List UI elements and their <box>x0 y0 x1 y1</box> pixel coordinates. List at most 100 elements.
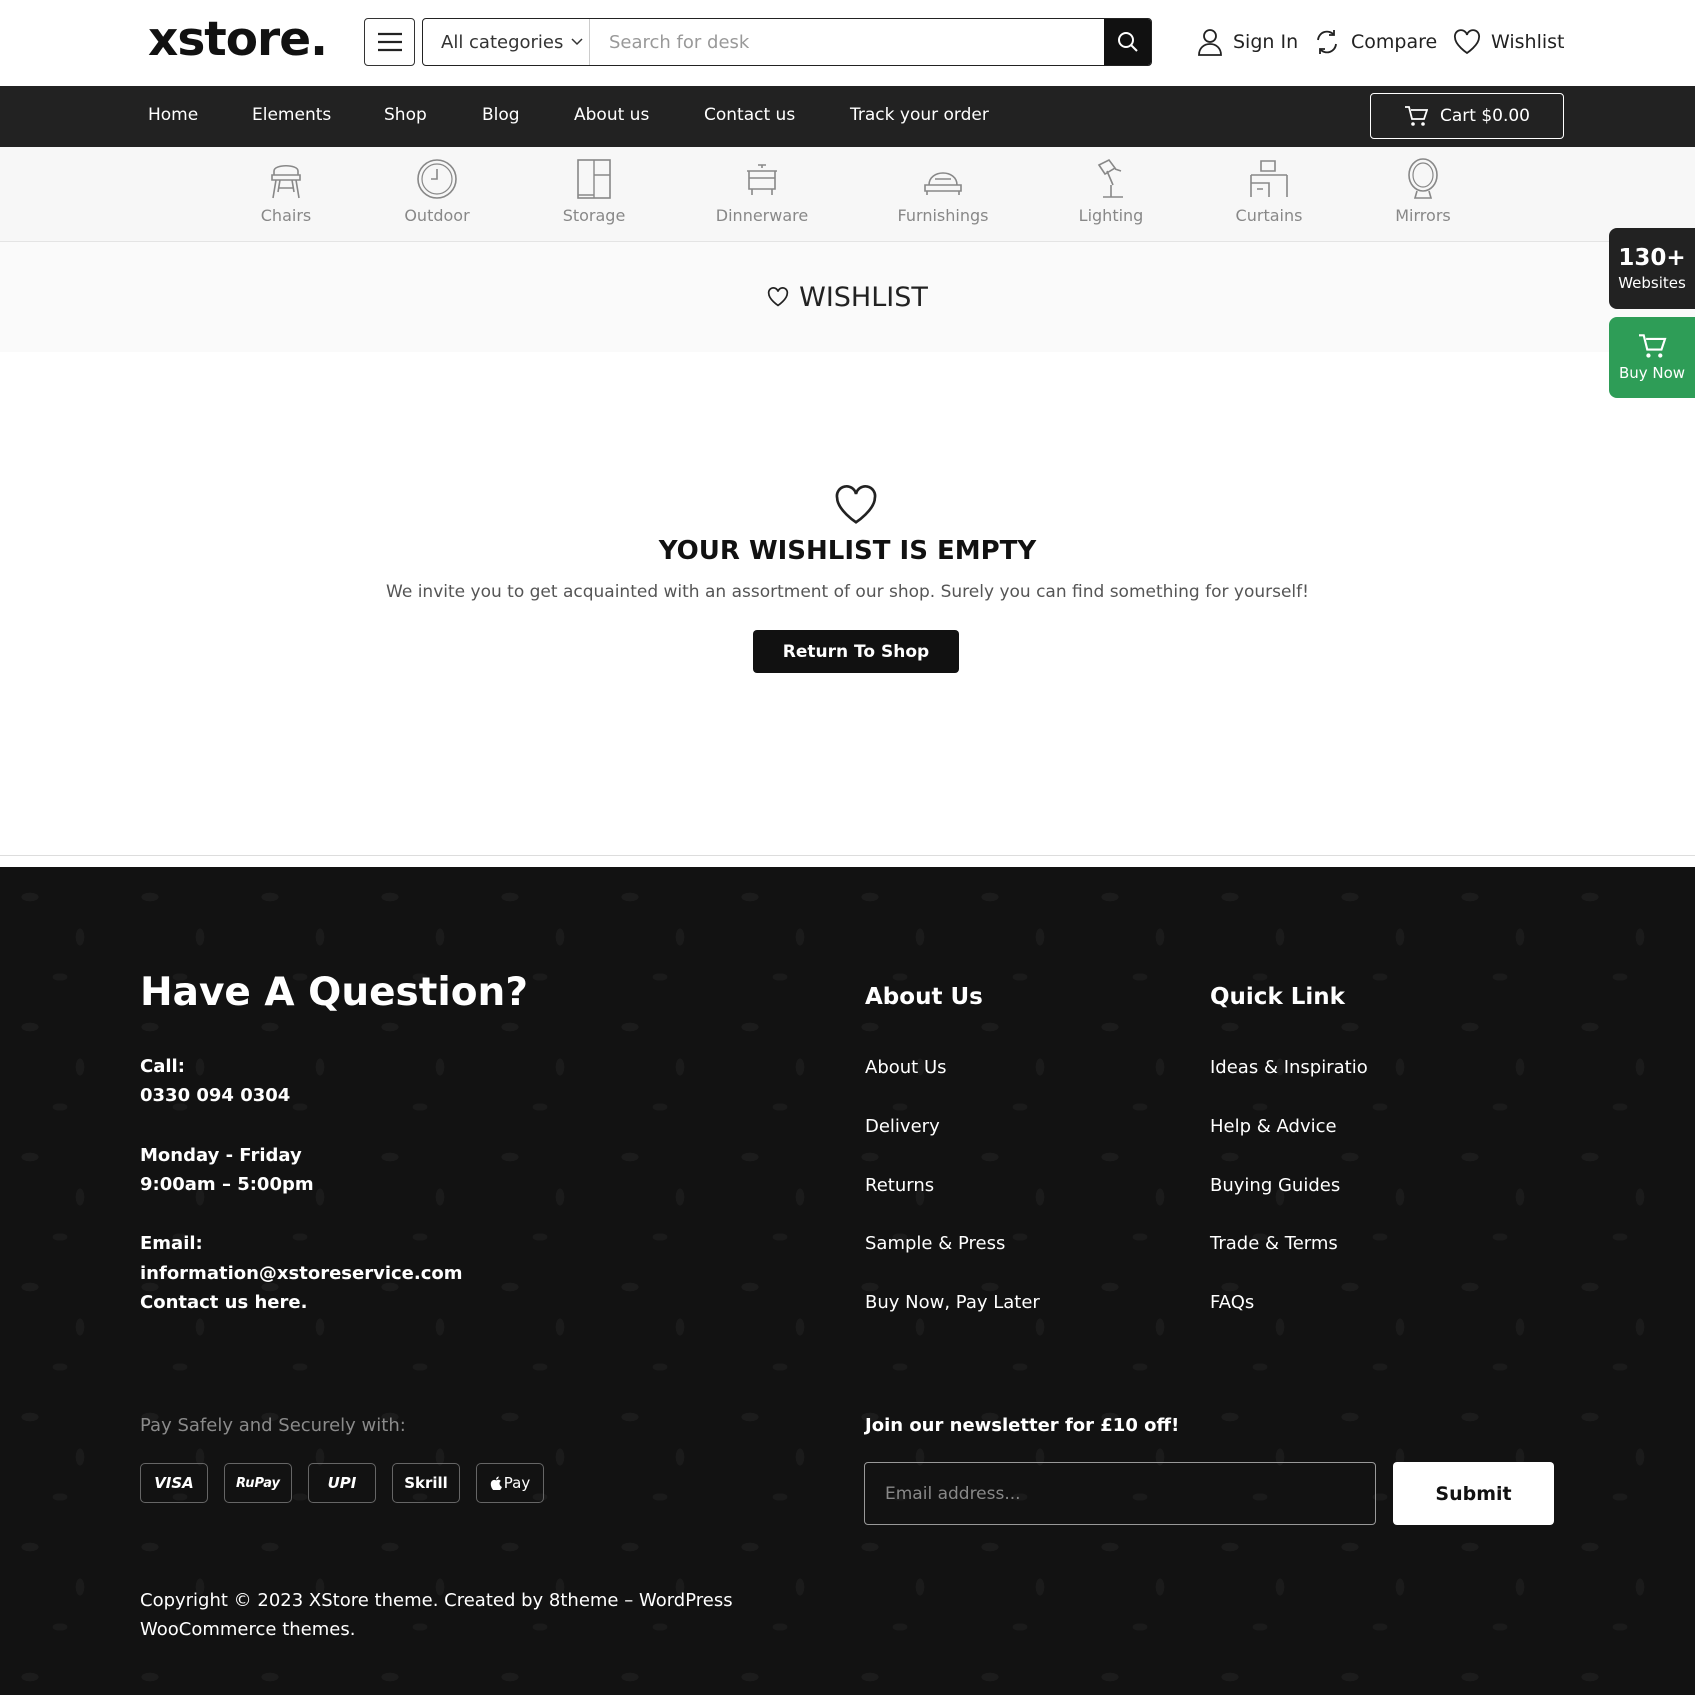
compare-link[interactable]: Compare <box>1313 24 1437 60</box>
category-bar: Chairs Outdoor Storage Dinnerware Furnis… <box>0 147 1695 242</box>
sign-in-label: Sign In <box>1233 31 1299 53</box>
mirror-icon <box>1408 158 1438 199</box>
nav-item-track-order[interactable]: Track your order <box>850 105 989 125</box>
footer-link-delivery[interactable]: Delivery <box>865 1116 940 1137</box>
category-label: Mirrors <box>1395 206 1451 225</box>
hamburger-icon <box>377 32 402 52</box>
category-curtains[interactable]: Curtains <box>1209 157 1329 225</box>
websites-count: 130+ <box>1618 245 1686 271</box>
empty-wishlist-description: We invite you to get acquainted with an … <box>386 582 1309 602</box>
nav-item-shop[interactable]: Shop <box>384 105 427 125</box>
footer-link-help[interactable]: Help & Advice <box>1210 1116 1337 1137</box>
opening-hours: 9:00am – 5:00pm <box>140 1174 314 1195</box>
quick-link-heading: Quick Link <box>1210 984 1345 1010</box>
newsletter-title: Join our newsletter for £10 off! <box>865 1415 1180 1436</box>
heart-icon <box>1454 29 1480 55</box>
category-outdoor[interactable]: Outdoor <box>377 157 497 225</box>
contact-us-link[interactable]: Contact us here. <box>140 1292 307 1313</box>
websites-label: Websites <box>1618 274 1686 292</box>
category-furnishings[interactable]: Furnishings <box>883 157 1003 225</box>
apple-pay-label: Pay <box>503 1474 531 1492</box>
buy-now-label: Buy Now <box>1618 364 1686 382</box>
cart-label: Cart $0.00 <box>1439 106 1530 126</box>
pot-icon <box>747 164 777 195</box>
site-logo[interactable]: xstore. <box>148 12 328 67</box>
page-title-band: WISHLIST <box>0 242 1695 352</box>
footer-link-buy-now-pay-later[interactable]: Buy Now, Pay Later <box>865 1292 1040 1313</box>
copyright-line-2: WooCommerce themes. <box>140 1619 356 1640</box>
cart-icon <box>1404 106 1428 126</box>
search-input[interactable] <box>590 19 1104 65</box>
footer-link-buying-guides[interactable]: Buying Guides <box>1210 1175 1340 1196</box>
email-label: Email: <box>140 1233 203 1254</box>
footer-divider <box>0 855 1695 856</box>
about-heading: About Us <box>865 984 983 1010</box>
copyright-line-1: Copyright © 2023 XStore theme. Created b… <box>140 1590 733 1611</box>
category-label: Curtains <box>1235 206 1303 225</box>
sign-in-link[interactable]: Sign In <box>1197 24 1298 60</box>
chair-icon <box>271 164 301 199</box>
site-header: xstore. All categories Sign In Compare W… <box>0 0 1695 86</box>
wishlist-link[interactable]: Wishlist <box>1453 24 1565 60</box>
websites-badge[interactable]: 130+ Websites <box>1609 228 1695 309</box>
category-mirrors[interactable]: Mirrors <box>1363 157 1483 225</box>
wishlist-label: Wishlist <box>1491 31 1565 53</box>
skrill-logo: Skrill <box>392 1463 460 1503</box>
phone-number[interactable]: 0330 094 0304 <box>140 1085 290 1106</box>
category-select-label: All categories <box>441 31 564 53</box>
apple-icon <box>490 1476 502 1490</box>
contact-email[interactable]: information@xstoreservice.com <box>140 1263 463 1284</box>
visa-logo: VISA <box>140 1463 208 1503</box>
nav-item-blog[interactable]: Blog <box>482 105 520 125</box>
search-bar: All categories <box>422 18 1152 66</box>
lamp-icon <box>1097 158 1123 198</box>
refresh-icon <box>1317 30 1337 54</box>
cart-button[interactable]: Cart $0.00 <box>1370 93 1564 139</box>
category-label: Outdoor <box>404 206 470 225</box>
nav-item-home[interactable]: Home <box>148 105 198 125</box>
footer-link-ideas[interactable]: Ideas & Inspiratio <box>1210 1057 1368 1078</box>
menu-button[interactable] <box>364 18 415 66</box>
user-icon <box>1198 29 1222 56</box>
site-footer: Have A Question? Call: 0330 094 0304 Mon… <box>0 867 1695 1695</box>
heart-icon <box>767 287 789 307</box>
footer-question-title: Have A Question? <box>140 970 528 1015</box>
opening-days: Monday - Friday <box>140 1145 302 1166</box>
newsletter-email-input[interactable] <box>864 1462 1376 1525</box>
page-title: WISHLIST <box>799 281 928 313</box>
newsletter-submit-button[interactable]: Submit <box>1393 1462 1554 1525</box>
upi-logo: UPI <box>308 1463 376 1503</box>
nav-item-elements[interactable]: Elements <box>252 105 331 125</box>
category-storage[interactable]: Storage <box>534 157 654 225</box>
cart-icon <box>1639 334 1667 358</box>
empty-wishlist-title: YOUR WISHLIST IS EMPTY <box>658 536 1037 566</box>
category-lighting[interactable]: Lighting <box>1051 157 1171 225</box>
nav-item-contact[interactable]: Contact us <box>704 105 795 125</box>
apple-pay-logo: Pay <box>476 1463 544 1503</box>
buy-now-button[interactable]: Buy Now <box>1609 317 1695 398</box>
bed-icon <box>924 172 962 195</box>
rupay-logo: RuPay <box>224 1463 292 1503</box>
category-label: Furnishings <box>897 206 989 225</box>
category-chairs[interactable]: Chairs <box>226 157 346 225</box>
footer-link-sample-press[interactable]: Sample & Press <box>865 1233 1005 1254</box>
desk-icon <box>1250 160 1288 197</box>
clock-icon <box>417 159 457 199</box>
nav-item-about[interactable]: About us <box>574 105 649 125</box>
category-label: Dinnerware <box>715 206 809 225</box>
category-label: Storage <box>562 206 626 225</box>
call-label: Call: <box>140 1056 185 1077</box>
return-to-shop-button[interactable]: Return To Shop <box>753 630 959 673</box>
search-icon <box>1117 32 1138 52</box>
footer-link-about[interactable]: About Us <box>865 1057 947 1078</box>
category-label: Chairs <box>260 206 312 225</box>
footer-link-trade-terms[interactable]: Trade & Terms <box>1210 1233 1338 1254</box>
footer-link-faqs[interactable]: FAQs <box>1210 1292 1254 1313</box>
category-select[interactable]: All categories <box>423 19 590 65</box>
search-button[interactable] <box>1104 19 1151 65</box>
cabinet-icon <box>577 159 611 199</box>
compare-label: Compare <box>1351 31 1438 53</box>
main-nav: Home Elements Shop Blog About us Contact… <box>0 86 1695 147</box>
footer-link-returns[interactable]: Returns <box>865 1175 934 1196</box>
category-dinnerware[interactable]: Dinnerware <box>702 157 822 225</box>
